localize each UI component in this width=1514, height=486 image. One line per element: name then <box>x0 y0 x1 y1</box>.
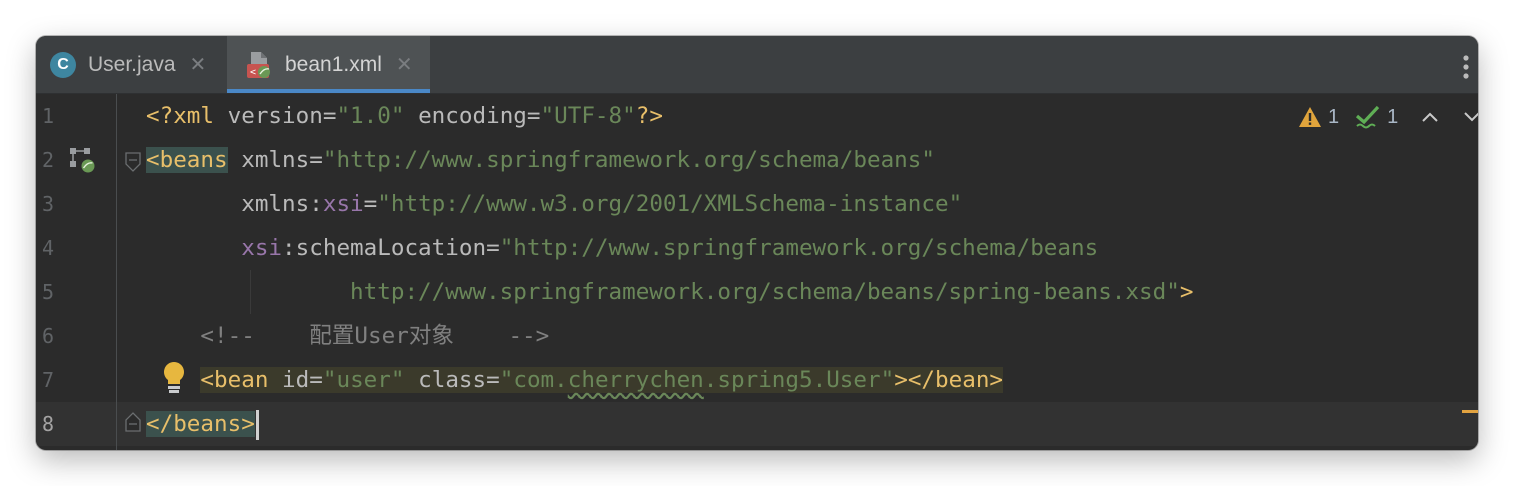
attr-name: class <box>418 367 487 393</box>
beans-open-tag: <beans <box>146 147 228 173</box>
spring-xml-icon: < <box>247 51 270 78</box>
line-number: 5 <box>42 280 55 304</box>
line-number: 2 <box>42 148 55 172</box>
fold-icon[interactable] <box>124 152 142 176</box>
line-number: 7 <box>42 368 55 392</box>
ok-count: 1 <box>1387 105 1399 128</box>
xml-prolog-open: <?xml <box>146 103 215 129</box>
close-icon[interactable]: ✕ <box>396 55 413 75</box>
code-line-4: xsi:schemaLocation="http://www.springfra… <box>146 226 1098 270</box>
more-options-icon[interactable] <box>1462 54 1470 80</box>
equals: = <box>322 103 337 129</box>
equals: = <box>486 235 500 261</box>
equals: = <box>309 367 323 393</box>
fold-guide <box>116 94 117 450</box>
inspection-widget[interactable]: 1 1 <box>1298 102 1478 132</box>
line-number: 8 <box>42 412 55 436</box>
active-tab-indicator <box>227 89 430 93</box>
attr-name: xmlns: <box>241 191 323 217</box>
attr-value: "http://www.w3.org/2001/XMLSchema-instan… <box>377 191 963 217</box>
tab-label: User.java <box>88 52 176 76</box>
attr-value: "http://www.springframework.org/schema/b… <box>322 147 935 173</box>
xml-comment: <!-- 配置User对象 --> <box>200 323 550 349</box>
warning-count: 1 <box>1328 105 1340 128</box>
editor-window: C User.java ✕ < bean1.xml ✕ 1 2 3 4 5 6 … <box>36 36 1478 450</box>
bean-element: <bean id="user" class="com.cherrychen.sp… <box>200 367 1004 393</box>
namespace-prefix: xsi <box>241 235 283 261</box>
bean-open-tag: <bean <box>200 367 269 393</box>
java-class-icon: C <box>50 51 76 78</box>
tag-close: > <box>1179 279 1194 305</box>
attr-value: "1.0" <box>336 103 405 129</box>
attr-value: "UTF-8" <box>540 103 636 129</box>
code-line-8: </beans> <box>146 402 259 446</box>
line-number: 4 <box>42 236 55 260</box>
scrollbar-warning-marker[interactable] <box>1462 410 1478 413</box>
code-line-1: <?xml version="1.0" encoding="UTF-8"?> <box>146 94 663 138</box>
tab-label: bean1.xml <box>285 52 382 76</box>
attr-name: :schemaLocation <box>282 235 487 261</box>
typo-highlight: cherrychen <box>567 367 704 393</box>
tab-bar: C User.java ✕ < bean1.xml ✕ <box>36 36 1478 94</box>
attr-value: .spring5.User" <box>703 367 895 393</box>
code-line-3: xmlns:xsi="http://www.w3.org/2001/XMLSch… <box>146 182 962 226</box>
code-line-6: <!-- 配置User对象 --> <box>146 314 549 358</box>
line-number: 3 <box>42 192 55 216</box>
tab-user-java[interactable]: C User.java ✕ <box>36 36 226 93</box>
code-line-2: <beans xmlns="http://www.springframework… <box>146 138 935 182</box>
code-area[interactable]: <?xml version="1.0" encoding="UTF-8"?> <… <box>146 94 1476 450</box>
line-number: 6 <box>42 324 55 348</box>
attr-value: "http://www.springframework.org/schema/b… <box>499 235 1099 261</box>
warning-icon <box>1299 107 1321 127</box>
fold-end-icon[interactable] <box>124 408 142 432</box>
equals: = <box>309 147 323 173</box>
attr-name: id <box>282 367 310 393</box>
code-line-7: <bean id="user" class="com.cherrychen.sp… <box>146 358 1004 402</box>
text-caret <box>255 409 259 440</box>
chevron-up-icon[interactable] <box>1420 110 1440 124</box>
spring-bean-gutter-icon[interactable] <box>68 146 96 174</box>
check-icon <box>1356 105 1380 129</box>
equals: = <box>526 103 541 129</box>
xml-prolog-close: ?> <box>635 103 663 129</box>
code-editor[interactable]: 1 2 3 4 5 6 7 8 <?xml version="1.0" enco… <box>36 94 1478 450</box>
close-icon[interactable]: ✕ <box>190 55 207 75</box>
svg-text:<: < <box>250 67 256 78</box>
code-line-5: http://www.springframework.org/schema/be… <box>146 270 1193 314</box>
tab-bean1-xml[interactable]: < bean1.xml ✕ <box>227 36 430 93</box>
attr-value: http://www.springframework.org/schema/be… <box>350 279 1180 305</box>
chevron-down-icon[interactable] <box>1462 110 1478 124</box>
bean-close-tag: ></bean> <box>894 367 1004 393</box>
equals: = <box>486 367 500 393</box>
attr-name: version <box>227 103 323 129</box>
line-number: 1 <box>42 104 55 128</box>
attr-name: encoding <box>418 103 527 129</box>
equals: = <box>363 191 378 217</box>
attr-value: "user" <box>322 367 405 393</box>
attr-name: xmlns <box>241 147 310 173</box>
attr-value: "com. <box>499 367 568 393</box>
namespace-prefix: xsi <box>322 191 364 217</box>
gutter: 1 2 3 4 5 6 7 8 <box>36 94 184 450</box>
beans-close-tag: </beans> <box>146 411 255 437</box>
